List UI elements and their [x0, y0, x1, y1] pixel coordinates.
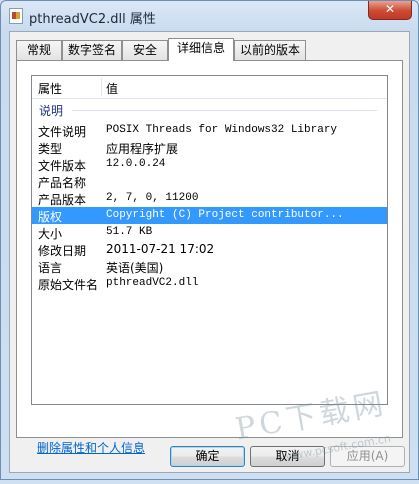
- title-bar[interactable]: pthreadVC2.dll 属性 ✕: [1, 1, 418, 31]
- property-value: 2011-07-21 17:02: [106, 242, 215, 256]
- list-item-original-filename[interactable]: 原始文件名 pthreadVC2.dll: [32, 275, 387, 292]
- property-name: 版权: [38, 210, 63, 224]
- list-item-file-version[interactable]: 文件版本 12.0.0.24: [32, 156, 387, 173]
- list-item-language[interactable]: 语言 英语(美国): [32, 258, 387, 275]
- list-header: 属性 值: [32, 76, 387, 99]
- property-name: 类型: [38, 142, 63, 156]
- column-header-value[interactable]: 值: [106, 80, 118, 97]
- column-divider[interactable]: [101, 78, 102, 96]
- dialog-body: 常规 数字签名 安全 详细信息 以前的版本 属性 值 说明 文件说明 POSIX: [9, 31, 410, 473]
- tab-details[interactable]: 详细信息: [168, 38, 234, 61]
- list-item-date-modified[interactable]: 修改日期 2011-07-21 17:02: [32, 241, 387, 258]
- property-name: 原始文件名: [38, 278, 99, 292]
- list-item-product-version[interactable]: 产品版本 2, 7, 0, 11200: [32, 190, 387, 207]
- property-value: 12.0.0.24: [106, 158, 166, 170]
- group-title: 说明: [39, 104, 64, 118]
- property-name: 文件版本: [38, 159, 87, 173]
- property-name: 文件说明: [38, 125, 87, 139]
- window-title: pthreadVC2.dll 属性: [29, 12, 156, 27]
- tab-general[interactable]: 常规: [16, 40, 62, 60]
- list-item-copyright[interactable]: 版权 Copyright (C) Project contributor...: [32, 207, 387, 224]
- property-name: 语言: [38, 261, 63, 275]
- column-header-property[interactable]: 属性: [38, 80, 62, 97]
- property-name: 产品名称: [38, 176, 87, 190]
- property-value: 51.7 KB: [106, 226, 153, 238]
- tab-previous-versions[interactable]: 以前的版本: [234, 40, 306, 60]
- property-name: 大小: [38, 227, 63, 241]
- properties-window: pthreadVC2.dll 属性 ✕ 常规 数字签名 安全 详细信息 以前的版…: [0, 0, 419, 480]
- property-value: 应用程序扩展: [106, 142, 179, 156]
- list-item-product-name[interactable]: 产品名称: [32, 173, 387, 190]
- remove-properties-link[interactable]: 删除属性和个人信息: [37, 439, 145, 456]
- property-name: 修改日期: [38, 244, 87, 258]
- group-header-description: 说明: [32, 100, 387, 118]
- dll-file-icon: [9, 8, 23, 24]
- tab-security[interactable]: 安全: [122, 40, 168, 60]
- property-value: Copyright (C) Project contributor...: [106, 209, 344, 221]
- details-panel: 属性 值 说明 文件说明 POSIX Threads for Windows32…: [16, 60, 403, 455]
- property-value: 2, 7, 0, 11200: [106, 192, 199, 204]
- group-divider: [72, 110, 377, 111]
- details-list[interactable]: 属性 值 说明 文件说明 POSIX Threads for Windows32…: [31, 75, 388, 405]
- close-button[interactable]: ✕: [368, 1, 412, 20]
- property-name: 产品版本: [38, 193, 87, 207]
- ok-button[interactable]: 确定: [170, 446, 245, 467]
- tab-digital-signatures[interactable]: 数字签名: [62, 40, 122, 60]
- property-value: 英语(美国): [106, 261, 164, 275]
- property-value: POSIX Threads for Windows32 Library: [106, 124, 338, 136]
- list-item-size[interactable]: 大小 51.7 KB: [32, 224, 387, 241]
- property-value: pthreadVC2.dll: [106, 277, 199, 289]
- list-item-file-description[interactable]: 文件说明 POSIX Threads for Windows32 Library: [32, 122, 387, 139]
- list-item-type[interactable]: 类型 应用程序扩展: [32, 139, 387, 156]
